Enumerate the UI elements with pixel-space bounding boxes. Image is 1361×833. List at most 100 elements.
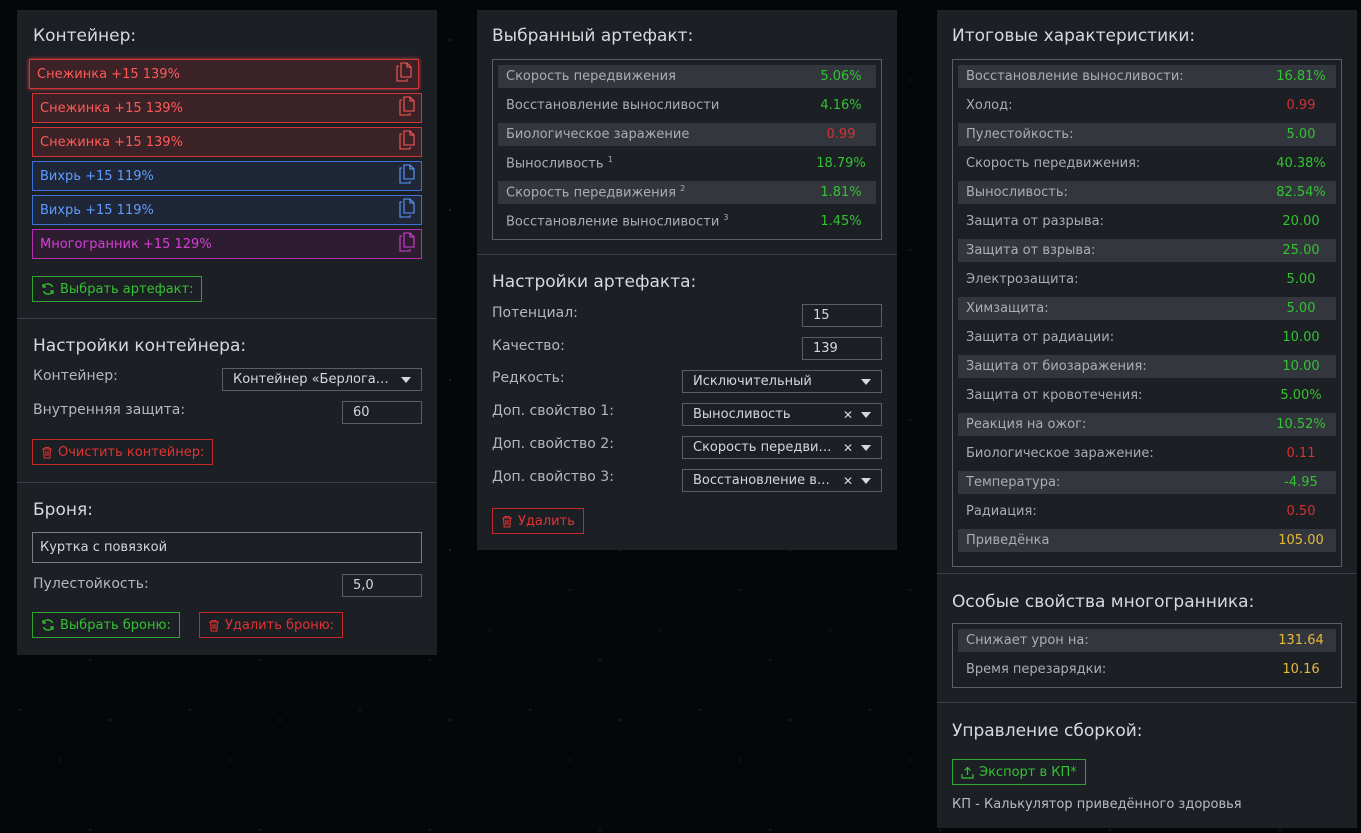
container-item-label: Снежинка +15 139% <box>40 100 183 116</box>
row-value: 18.79% <box>816 156 866 171</box>
row-value: 10.00 <box>1282 359 1320 374</box>
footnote-marker: 3 <box>723 213 729 223</box>
clear-icon[interactable]: ✕ <box>843 408 853 422</box>
prop1-select[interactable]: Выносливость ✕ <box>682 403 882 426</box>
row-label-text: Выносливость <box>506 156 604 172</box>
copy-icon[interactable] <box>396 62 412 86</box>
row-label: Биологическое заражение: <box>958 446 1266 461</box>
row-value: 40.38% <box>1276 156 1326 171</box>
copy-icon[interactable] <box>399 232 415 256</box>
prop1-select-value: Выносливость <box>693 407 791 422</box>
table-row: Защита от кровотечения: 5.00% <box>958 384 1336 407</box>
container-select[interactable]: Контейнер «Берлога… <box>222 368 422 391</box>
inner-protection-input[interactable] <box>342 401 422 424</box>
export-button[interactable]: Экспорт в КП* <box>952 759 1086 785</box>
select-artifact-label: Выбрать артефакт: <box>60 281 194 297</box>
potential-input[interactable] <box>802 304 882 327</box>
chevron-down-icon <box>861 477 871 484</box>
copy-icon[interactable] <box>399 130 415 154</box>
row-label: Восстановление выносливости 3 <box>498 213 806 229</box>
row-value: 105.00 <box>1278 533 1324 548</box>
prop3-select-value: Восстановление в… <box>693 473 830 488</box>
row-label-text: Восстановление выносливости <box>506 98 720 113</box>
armor-input[interactable] <box>32 532 422 563</box>
divider <box>17 318 437 319</box>
bulletproof-input[interactable] <box>342 574 422 597</box>
container-item-label: Многогранник +15 129% <box>40 236 212 252</box>
row-label: Защита от радиации: <box>958 330 1266 345</box>
quality-input[interactable] <box>802 337 882 360</box>
delete-armor-button[interactable]: Удалить броню: <box>199 612 344 638</box>
container-item[interactable]: Снежинка +15 139% <box>32 93 422 123</box>
select-armor-label: Выбрать броню: <box>60 617 171 633</box>
table-row: Холод: 0.99 <box>958 94 1336 117</box>
rarity-label: Редкость: <box>492 370 565 386</box>
table-row: Приведёнка 105.00 <box>958 529 1336 552</box>
row-label-text: Защита от кровотечения: <box>966 388 1143 403</box>
row-label-text: Температура: <box>966 475 1061 490</box>
row-label: Реакция на ожог: <box>958 417 1266 432</box>
container-item[interactable]: Многогранник +15 129% <box>32 229 422 259</box>
table-row: Защита от разрыва: 20.00 <box>958 210 1336 233</box>
row-label-text: Скорость передвижения <box>506 185 676 201</box>
prop1-label: Доп. свойство 1: <box>492 403 614 419</box>
copy-icon[interactable] <box>399 164 415 188</box>
container-item[interactable]: Снежинка +15 139% <box>32 127 422 157</box>
divider <box>937 573 1357 574</box>
table-row: Радиация: 0.50 <box>958 500 1336 523</box>
table-row: Скорость передвижения 2 1.81% <box>498 181 876 204</box>
prop3-select[interactable]: Восстановление в… ✕ <box>682 469 882 492</box>
clear-container-button[interactable]: Очистить контейнер: <box>32 439 214 465</box>
table-row: Биологическое заражение 0.99 <box>498 123 876 146</box>
prop2-select[interactable]: Скорость передви… ✕ <box>682 436 882 459</box>
copy-icon[interactable] <box>399 96 415 120</box>
container-item[interactable]: Снежинка +15 139% <box>29 59 419 89</box>
footnote-marker: 2 <box>680 184 686 194</box>
container-item[interactable]: Вихрь +15 119% <box>32 161 422 191</box>
trash-icon <box>208 619 220 632</box>
row-label-text: Восстановление выносливости: <box>966 69 1184 84</box>
trash-icon <box>41 446 53 459</box>
row-label: Защита от взрыва: <box>958 243 1266 258</box>
row-label-text: Время перезарядки: <box>966 662 1107 677</box>
inner-protection-label: Внутренняя защита: <box>33 402 186 418</box>
totals-panel: Итоговые характеристики: Восстановление … <box>937 10 1357 828</box>
totals-title: Итоговые характеристики: <box>952 26 1196 46</box>
table-row: Защита от взрыва: 25.00 <box>958 239 1336 262</box>
trash-icon <box>501 515 513 528</box>
row-value: 0.99 <box>826 127 856 142</box>
rarity-select-value: Исключительный <box>693 374 812 389</box>
row-label: Восстановление выносливости: <box>958 69 1266 84</box>
container-label: Контейнер: <box>33 368 118 384</box>
refresh-icon <box>41 282 55 296</box>
select-armor-button[interactable]: Выбрать броню: <box>32 612 180 638</box>
row-label: Снижает урон на: <box>958 633 1266 648</box>
divider <box>17 482 437 483</box>
row-label: Пулестойкость: <box>958 127 1266 142</box>
row-label: Скорость передвижения <box>498 69 806 84</box>
container-settings-title: Настройки контейнера: <box>33 336 247 356</box>
build-title: Управление сборкой: <box>952 721 1143 741</box>
prop2-label: Доп. свойство 2: <box>492 436 614 452</box>
divider <box>477 254 897 255</box>
row-value: 1.45% <box>820 214 862 229</box>
row-label: Электрозащита: <box>958 272 1266 287</box>
potential-label: Потенциал: <box>492 305 578 321</box>
row-value: 0.50 <box>1286 504 1316 519</box>
delete-artifact-label: Удалить <box>518 513 575 529</box>
clear-icon[interactable]: ✕ <box>843 474 853 488</box>
container-item[interactable]: Вихрь +15 119% <box>32 195 422 225</box>
delete-artifact-button[interactable]: Удалить <box>492 508 584 534</box>
select-artifact-button[interactable]: Выбрать артефакт: <box>32 276 203 302</box>
clear-icon[interactable]: ✕ <box>843 441 853 455</box>
rarity-select[interactable]: Исключительный <box>682 370 882 393</box>
row-value: 5.06% <box>820 69 862 84</box>
row-label: Химзащита: <box>958 301 1266 316</box>
divider <box>937 702 1357 703</box>
copy-icon[interactable] <box>399 198 415 222</box>
row-label: Защита от биозаражения: <box>958 359 1266 374</box>
footnote-marker: 1 <box>607 155 613 165</box>
row-label: Выносливость: <box>958 185 1266 200</box>
row-label-text: Скорость передвижения <box>506 69 676 84</box>
export-label: Экспорт в КП* <box>979 764 1077 780</box>
